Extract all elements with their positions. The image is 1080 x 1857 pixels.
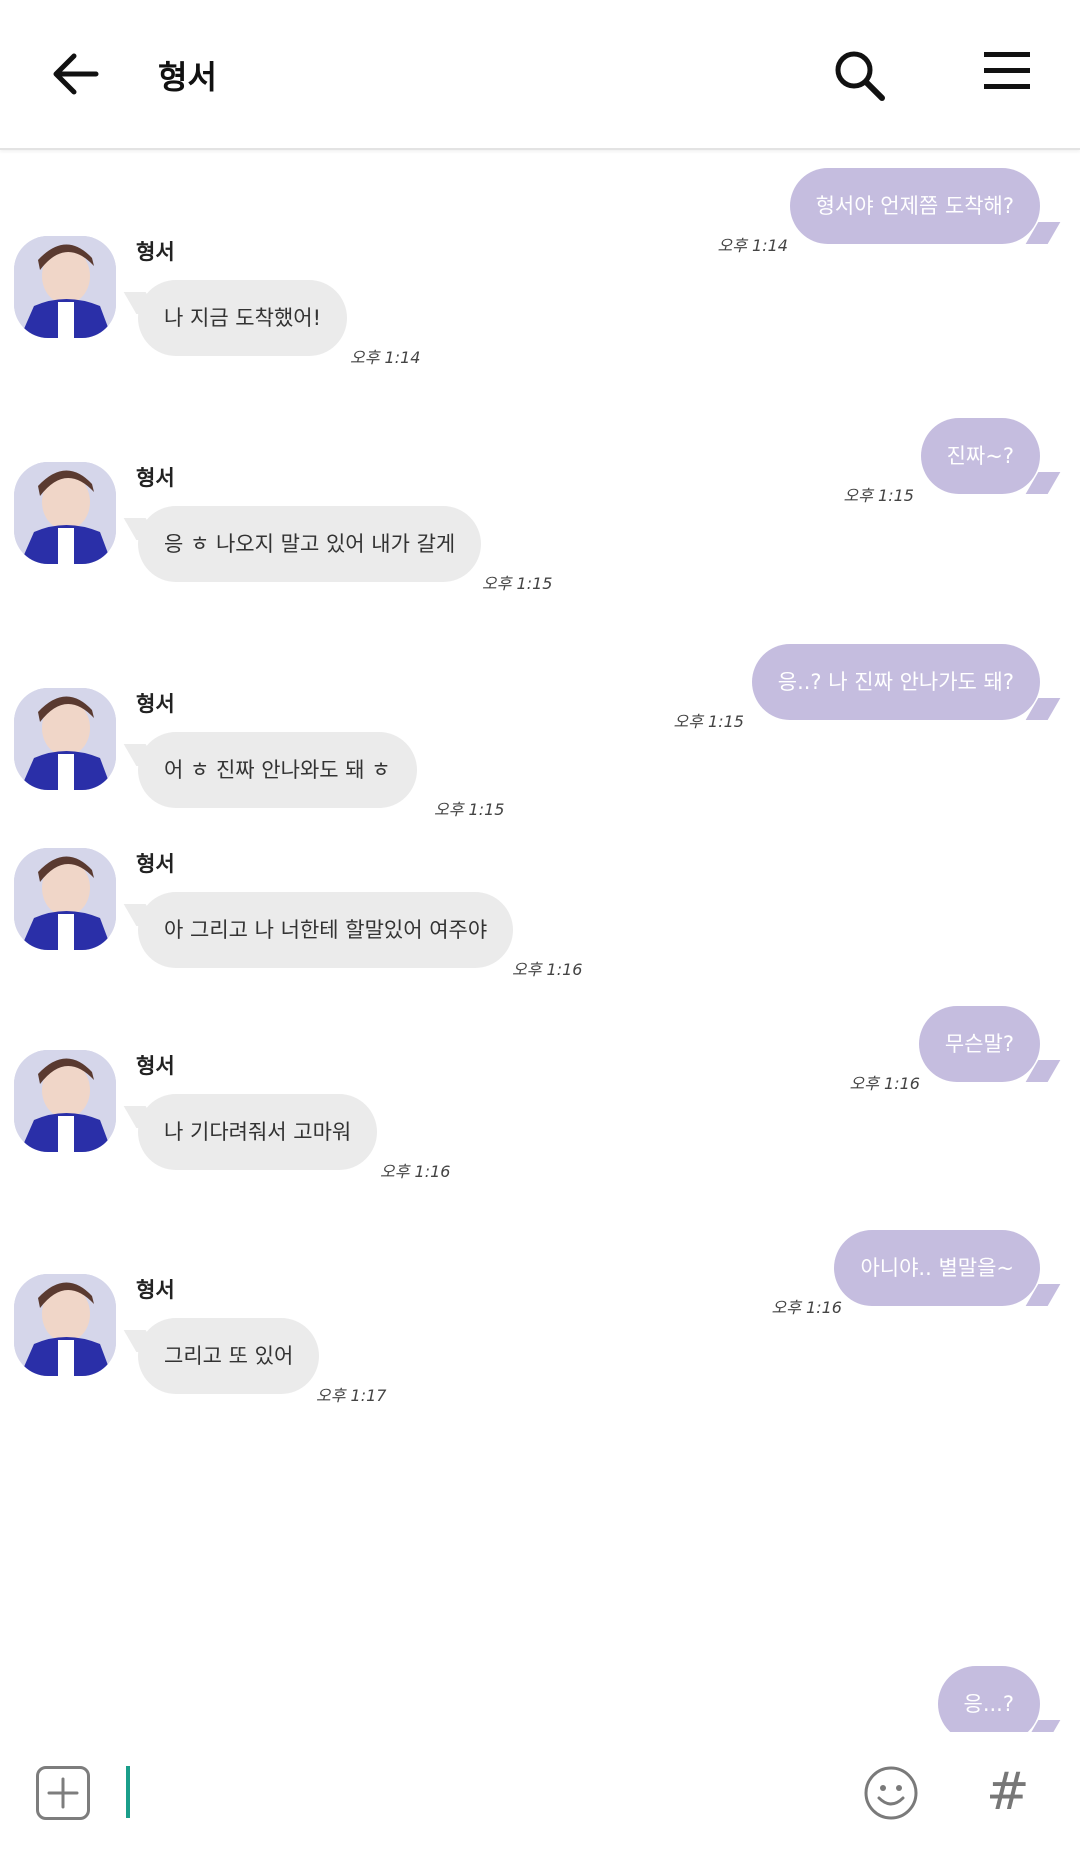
profile-photo-icon — [14, 1050, 116, 1152]
message-bubble[interactable]: 응..? 나 진짜 안나가도 돼? — [751, 644, 1040, 720]
sender-name: 형서 — [136, 466, 175, 490]
input-bar: # — [0, 1732, 1080, 1857]
sender-name: 형서 — [136, 1054, 175, 1078]
message-bubble[interactable]: 아 그리고 나 너한테 할말있어 여주야 — [138, 892, 514, 968]
message-bubble[interactable]: 진짜~? — [920, 418, 1040, 494]
message-time: 오후 1:15 — [482, 574, 553, 593]
profile-photo-icon — [14, 462, 116, 564]
avatar[interactable] — [14, 848, 116, 950]
arrow-left-icon — [53, 53, 99, 95]
avatar[interactable] — [14, 236, 116, 338]
sender-name: 형서 — [136, 852, 175, 876]
message-time: 오후 1:16 — [849, 1074, 920, 1093]
avatar[interactable] — [14, 688, 116, 790]
message-list[interactable]: 형서야 언제쯤 도착해? 오후 1:14 형서 나 지금 도착했어! 오후 1:… — [0, 150, 1080, 1732]
message-bubble[interactable]: 나 지금 도착했어! — [138, 280, 348, 356]
message-time: 오후 1:14 — [350, 348, 421, 367]
message-bubble[interactable]: 응 ㅎ 나오지 말고 있어 내가 갈게 — [138, 506, 482, 582]
chat-title: 형서 — [158, 58, 217, 96]
message-bubble[interactable]: 응...? — [937, 1666, 1040, 1732]
message-time: 오후 1:15 — [673, 712, 744, 731]
message-time: 오후 1:16 — [380, 1162, 451, 1181]
sender-name: 형서 — [136, 1278, 175, 1302]
message-time: 오후 1:15 — [434, 800, 505, 819]
hashtag-icon: # — [986, 1762, 1030, 1822]
profile-photo-icon — [14, 688, 116, 790]
avatar[interactable] — [14, 1274, 116, 1376]
message-bubble[interactable]: 어 ㅎ 진짜 안나와도 돼 ㅎ — [138, 732, 417, 808]
message-input-cursor[interactable] — [126, 1766, 130, 1818]
avatar[interactable] — [14, 1050, 116, 1152]
profile-photo-icon — [14, 236, 116, 338]
menu-button[interactable] — [980, 48, 1036, 96]
message-time: 오후 1:17 — [316, 1386, 387, 1405]
message-time: 오후 1:16 — [512, 960, 583, 979]
avatar[interactable] — [14, 462, 116, 564]
profile-photo-icon — [14, 848, 116, 950]
message-time: 오후 1:16 — [771, 1298, 842, 1317]
smiley-icon — [864, 1766, 918, 1820]
message-bubble[interactable]: 그리고 또 있어 — [138, 1318, 320, 1394]
emoji-button[interactable] — [862, 1764, 920, 1822]
message-time: 오후 1:15 — [843, 486, 914, 505]
back-button[interactable] — [46, 44, 106, 104]
message-bubble[interactable]: 아니야.. 별말을~ — [834, 1230, 1040, 1306]
search-icon — [835, 51, 885, 101]
message-bubble[interactable]: 나 기다려줘서 고마워 — [138, 1094, 378, 1170]
hashtag-button[interactable]: # — [986, 1760, 1030, 1824]
message-bubble[interactable]: 형서야 언제쯤 도착해? — [789, 168, 1040, 244]
message-time: 오후 1:14 — [717, 236, 788, 255]
plus-square-icon — [47, 1777, 79, 1809]
profile-photo-icon — [14, 1274, 116, 1376]
chat-header: 형서 — [0, 0, 1080, 150]
sender-name: 형서 — [136, 240, 175, 264]
search-button[interactable] — [830, 46, 890, 106]
hamburger-menu-icon — [984, 52, 1030, 89]
attach-button[interactable] — [36, 1766, 90, 1820]
message-bubble[interactable]: 무슨말? — [918, 1006, 1040, 1082]
sender-name: 형서 — [136, 692, 175, 716]
